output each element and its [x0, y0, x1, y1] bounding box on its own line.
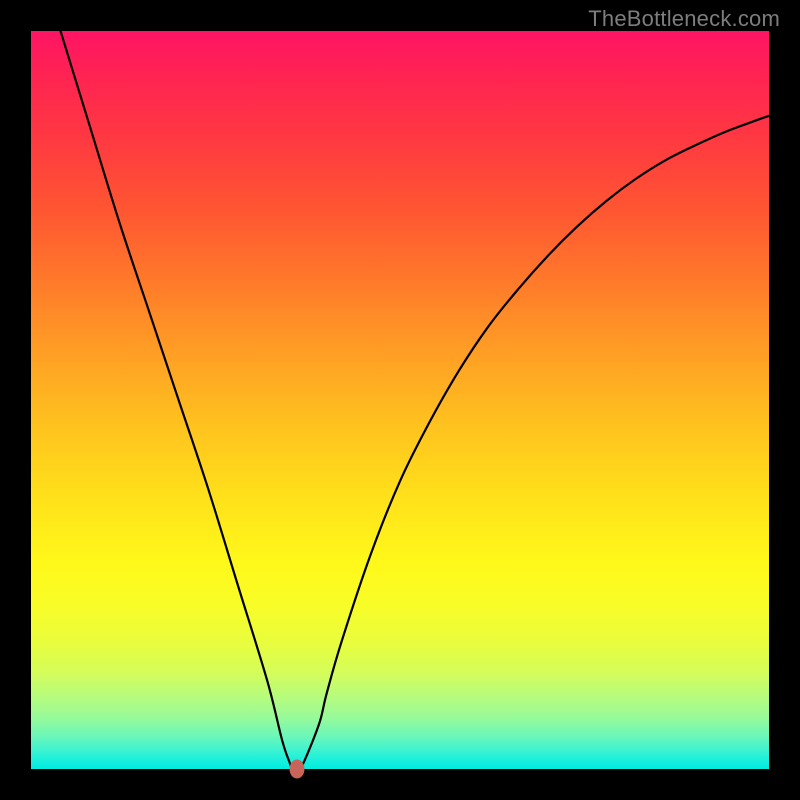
chart-frame: TheBottleneck.com: [0, 0, 800, 800]
watermark-text: TheBottleneck.com: [588, 6, 780, 32]
minimum-marker: [289, 760, 304, 779]
bottleneck-curve: [31, 31, 769, 769]
plot-area: [31, 31, 769, 769]
